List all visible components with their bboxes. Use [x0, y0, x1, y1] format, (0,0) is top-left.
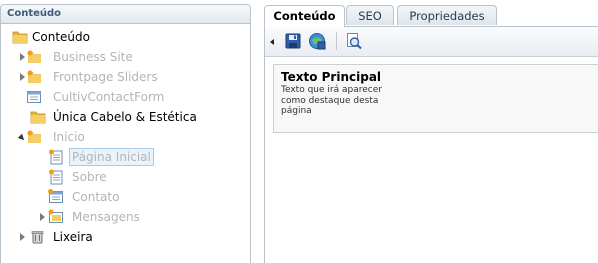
expand-arrow-icon[interactable] [40, 213, 45, 221]
tree-header: Conteúdo [1, 5, 250, 24]
editor-toolbar [265, 27, 598, 57]
form-icon [48, 189, 63, 203]
content-tree-panel: Conteúdo Conteúdo Business Site Frontpag… [0, 4, 251, 263]
collapse-arrow-icon[interactable] [17, 133, 27, 143]
tree-item-label: Contato [72, 190, 120, 204]
folder-icon [27, 50, 41, 63]
tree-item-label: Lixeira [53, 230, 93, 244]
tab-conteudo[interactable]: Conteúdo [264, 5, 345, 27]
folder-icon [30, 111, 46, 124]
preview-icon[interactable] [345, 32, 363, 50]
tree-item-label: Frontpage Sliders [53, 70, 158, 84]
tree-item-label: Business Site [53, 50, 133, 64]
editor-panel: Texto Principal Texto que irá aparecer c… [264, 26, 598, 263]
document-icon [49, 149, 63, 165]
tree-item-label: CultivContactForm [53, 90, 165, 104]
field-description: Texto que irá aparecer como destaque des… [281, 85, 382, 116]
folder-icon [12, 31, 28, 44]
tree-item-label: Sobre [72, 170, 107, 184]
folder-icon [27, 130, 41, 143]
folder-icon [27, 70, 41, 83]
field-title: Texto Principal [281, 70, 382, 84]
form-icon [27, 91, 41, 103]
tree-item-label: Página Inicial [69, 148, 154, 166]
expand-arrow-icon[interactable] [20, 53, 25, 61]
expand-arrow-icon[interactable] [20, 233, 25, 241]
tab-seo[interactable]: SEO [346, 5, 394, 25]
trash-icon [31, 231, 44, 244]
tree-item-label: Única Cabelo & Estética [53, 110, 197, 124]
save-publish-icon[interactable] [308, 32, 326, 50]
tree-item-label: Inicio [53, 130, 85, 144]
tree-item-label: Conteúdo [32, 30, 90, 44]
toolbar-scroll-left-icon[interactable] [270, 39, 274, 45]
document-icon [49, 169, 63, 185]
list-folder-icon [48, 209, 63, 223]
toolbar-separator [336, 32, 337, 50]
tab-propriedades[interactable]: Propriedades [397, 5, 497, 25]
tree-item-label: Mensagens [72, 210, 140, 224]
field-texto-principal[interactable]: Texto Principal Texto que irá aparecer c… [273, 64, 598, 133]
expand-arrow-icon[interactable] [20, 73, 25, 81]
save-icon[interactable] [284, 32, 302, 50]
